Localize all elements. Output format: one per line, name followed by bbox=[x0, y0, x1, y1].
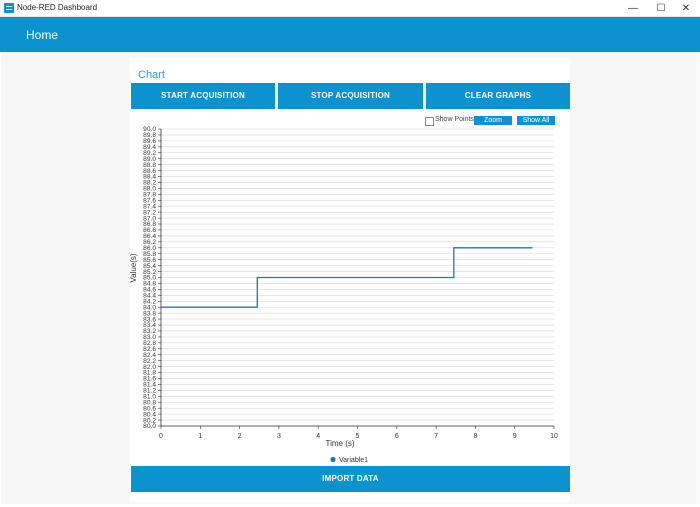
x-tick-label: 7 bbox=[434, 433, 438, 440]
x-tick-label: 6 bbox=[395, 433, 399, 440]
y-axis-label: Value(s) bbox=[129, 253, 138, 283]
y-tick-label: 90.0 bbox=[143, 126, 156, 133]
x-axis-ticks: 0 1 2 3 4 5 6 7 8 9 10 bbox=[159, 426, 558, 440]
x-tick-label: 0 bbox=[159, 433, 163, 440]
x-tick-label: 3 bbox=[277, 433, 281, 440]
legend: Variable1 bbox=[330, 456, 368, 464]
x-tick-label: 9 bbox=[513, 433, 517, 440]
x-tick-label: 5 bbox=[356, 433, 360, 440]
x-tick-label: 10 bbox=[550, 433, 558, 440]
line-chart: 80.080.280.480.680.881.081.281.481.681.8… bbox=[129, 126, 558, 464]
x-tick-label: 2 bbox=[238, 433, 242, 440]
x-axis-label: Time (s) bbox=[325, 439, 354, 448]
x-tick-label: 4 bbox=[316, 433, 320, 440]
legend-label: Variable1 bbox=[339, 457, 368, 464]
x-tick-label: 1 bbox=[198, 433, 202, 440]
x-tick-label: 8 bbox=[473, 433, 477, 440]
legend-marker bbox=[330, 456, 336, 463]
y-axis-ticks: 80.080.280.480.680.881.081.281.481.681.8… bbox=[143, 126, 161, 430]
